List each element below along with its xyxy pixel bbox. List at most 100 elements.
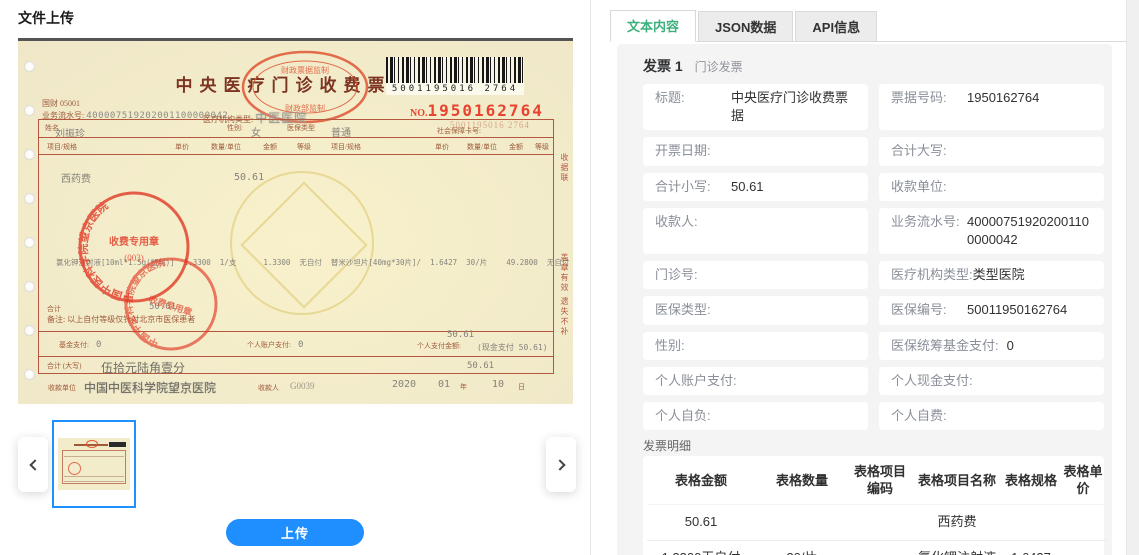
- scan-total-label: 合计: [47, 304, 61, 314]
- thumb-barcode: [109, 442, 126, 447]
- field-row: 收款人: 业务流水号:400007519202001100000042: [643, 208, 1104, 254]
- scan-cap-value: 伍拾元陆角壹分: [101, 359, 185, 376]
- cell-unit-price: [1059, 540, 1107, 555]
- tab-json-data[interactable]: JSON数据: [698, 11, 793, 41]
- chevron-left-icon: [29, 459, 40, 470]
- cell-quantity: [755, 504, 849, 540]
- field-row: 个人自负: 个人自费:: [643, 402, 1104, 430]
- col-item-code: 表格项目编码: [849, 458, 911, 504]
- tab-api-info[interactable]: API信息: [795, 11, 877, 41]
- cell-item-name: 氯化钾注射液[10ml*1.5g(塑料)无自付 替米沙坦片[40mg*30片]: [911, 540, 1003, 555]
- col-spec: 表格规格: [1003, 458, 1059, 504]
- scan-doc-code: 国财 05001: [42, 98, 80, 109]
- scan-rule: [39, 154, 553, 155]
- tab-text-content[interactable]: 文本内容: [610, 10, 696, 42]
- thumb-round-stamp: [68, 462, 81, 475]
- detail-table-title: 发票明细: [643, 437, 1104, 454]
- scan-account-pay: 个人账户支付: 0: [247, 340, 303, 350]
- chevron-right-icon: [554, 459, 565, 470]
- carousel-next-button[interactable]: [546, 437, 576, 492]
- cell-spec: 1.6427: [1003, 540, 1059, 555]
- punch-hole: [24, 237, 35, 248]
- field-row: 医保类型: 医保编号:50011950162764: [643, 296, 1104, 324]
- invoice-thumbnail-selected[interactable]: [52, 420, 136, 508]
- scan-personal-pay-num: 50.61: [447, 330, 474, 340]
- detail-table: 表格金额 表格数量 表格项目编码 表格项目名称 表格规格 表格单价 50.61: [647, 458, 1107, 555]
- field-issue-date[interactable]: 开票日期:: [643, 137, 868, 165]
- result-panel: 文本内容 JSON数据 API信息 发票 1 门诊发票 标题:中央医疗门诊收费票…: [610, 0, 1126, 555]
- punch-hole: [24, 325, 35, 336]
- field-serial-number[interactable]: 业务流水号:400007519202001100000042: [879, 208, 1104, 254]
- scan-cap-label: 合计 (大写): [47, 361, 81, 371]
- cell-amount: 50.61: [647, 504, 755, 540]
- field-total-capital[interactable]: 合计大写:: [879, 137, 1104, 165]
- scan-side-validity-label: 盖章有效 遗失不补: [559, 253, 570, 337]
- field-row: 开票日期: 合计大写:: [643, 137, 1104, 165]
- field-insurance-number[interactable]: 医保编号:50011950162764: [879, 296, 1104, 324]
- field-row: 合计小写:50.61 收款单位:: [643, 173, 1104, 201]
- cell-item-code: [849, 504, 911, 540]
- field-personal-account-pay[interactable]: 个人账户支付:: [643, 367, 868, 395]
- scan-rule: [39, 137, 553, 138]
- detail-row: 1.3300无自付 30/片 氯化钾注射液[10ml*1.5g(塑料)无自付 替…: [647, 540, 1107, 555]
- scan-invoice-number: NO.1950162764: [410, 101, 544, 121]
- field-row: 门诊号: 医疗机构类型:类型医院: [643, 261, 1104, 289]
- thumb-line: [64, 456, 124, 457]
- thumb-line: [64, 476, 124, 477]
- result-tabbar: 文本内容 JSON数据 API信息: [610, 0, 1126, 42]
- cell-quantity: 30/片: [755, 540, 849, 555]
- cell-spec: [1003, 504, 1059, 540]
- field-gender[interactable]: 性别:: [643, 332, 868, 360]
- field-title[interactable]: 标题:中央医疗门诊收费票据: [643, 84, 868, 130]
- field-payee-unit[interactable]: 收款单位:: [879, 173, 1104, 201]
- field-row: 个人账户支付: 个人现金支付:: [643, 367, 1104, 395]
- scan-patient-row: 姓名 刘振珍 性别: 女 医保类型 普通 社会保障卡号:: [39, 120, 553, 137]
- field-invoice-number[interactable]: 票据号码:1950162764: [879, 84, 1104, 130]
- page-vertical-scrollbar[interactable]: [1126, 0, 1139, 555]
- cell-unit-price: [1059, 504, 1107, 540]
- punch-hole: [24, 105, 35, 116]
- cell-item-code: [849, 540, 911, 555]
- field-personal-cash-pay[interactable]: 个人现金支付:: [879, 367, 1104, 395]
- scan-personal-pay-sub: (现金支付 50.61): [477, 342, 548, 353]
- punch-hole: [24, 193, 35, 204]
- invoice-section-title: 发票 1: [643, 58, 683, 74]
- field-row: 性别: 医保统筹基金支付:0: [643, 332, 1104, 360]
- invoice-scan-image: 中央医疗门诊收费票据 财政票据监制 财政部监制 5001195016 2764 …: [18, 38, 573, 404]
- scan-west-drug-fee: 西药费: [61, 170, 91, 185]
- field-fund-pay[interactable]: 医保统筹基金支付:0: [879, 332, 1104, 360]
- scan-side-copy-label: 收据联: [559, 153, 570, 183]
- carousel-prev-button[interactable]: [18, 437, 48, 492]
- field-personal-expense[interactable]: 个人自费:: [879, 402, 1104, 430]
- field-org-type[interactable]: 医疗机构类型:类型医院: [879, 261, 1104, 289]
- field-row: 标题:中央医疗门诊收费票据 票据号码:1950162764: [643, 84, 1104, 130]
- upload-button[interactable]: 上传: [226, 519, 364, 546]
- col-unit-price: 表格单价: [1059, 458, 1107, 504]
- cell-item-name: 西药费: [911, 504, 1003, 540]
- field-cashier[interactable]: 收款人:: [643, 208, 868, 254]
- field-personal-burden[interactable]: 个人自负:: [643, 402, 868, 430]
- ocr-app-window: 文件上传 中央医疗门诊收费票据 财政票据监制 财政部监制 5001195016 …: [0, 0, 1139, 555]
- panel-divider: [590, 0, 591, 555]
- page-title: 文件上传: [18, 8, 74, 28]
- field-outpatient-number[interactable]: 门诊号:: [643, 261, 868, 289]
- invoice-section-subtitle: 门诊发票: [695, 60, 743, 74]
- detail-table-card: 表格金额 表格数量 表格项目编码 表格项目名称 表格规格 表格单价 50.61: [643, 456, 1104, 555]
- barcode-digits: 5001195016 2764: [386, 83, 524, 95]
- scan-rule: [39, 356, 553, 357]
- thumb-oval-stamp: [86, 440, 98, 448]
- scan-cap-num: 50.61: [467, 361, 494, 371]
- barcode-icon: [386, 57, 524, 83]
- col-quantity: 表格数量: [755, 458, 849, 504]
- scan-fund-pay: 基金支付: 0: [59, 340, 101, 350]
- cell-amount: 1.3300无自付: [647, 540, 755, 555]
- detail-row: 50.61 西药费: [647, 504, 1107, 540]
- svg-text:财政票据监制: 财政票据监制: [281, 65, 329, 75]
- punch-hole: [24, 281, 35, 292]
- thumbnail-image: [58, 438, 130, 490]
- field-total-lowercase[interactable]: 合计小写:50.61: [643, 173, 868, 201]
- field-insurance-type[interactable]: 医保类型:: [643, 296, 868, 324]
- col-item-name: 表格项目名称: [911, 458, 1003, 504]
- svg-text:收费专用章: 收费专用章: [147, 293, 193, 317]
- invoice-section-header: 发票 1 门诊发票: [643, 56, 1104, 76]
